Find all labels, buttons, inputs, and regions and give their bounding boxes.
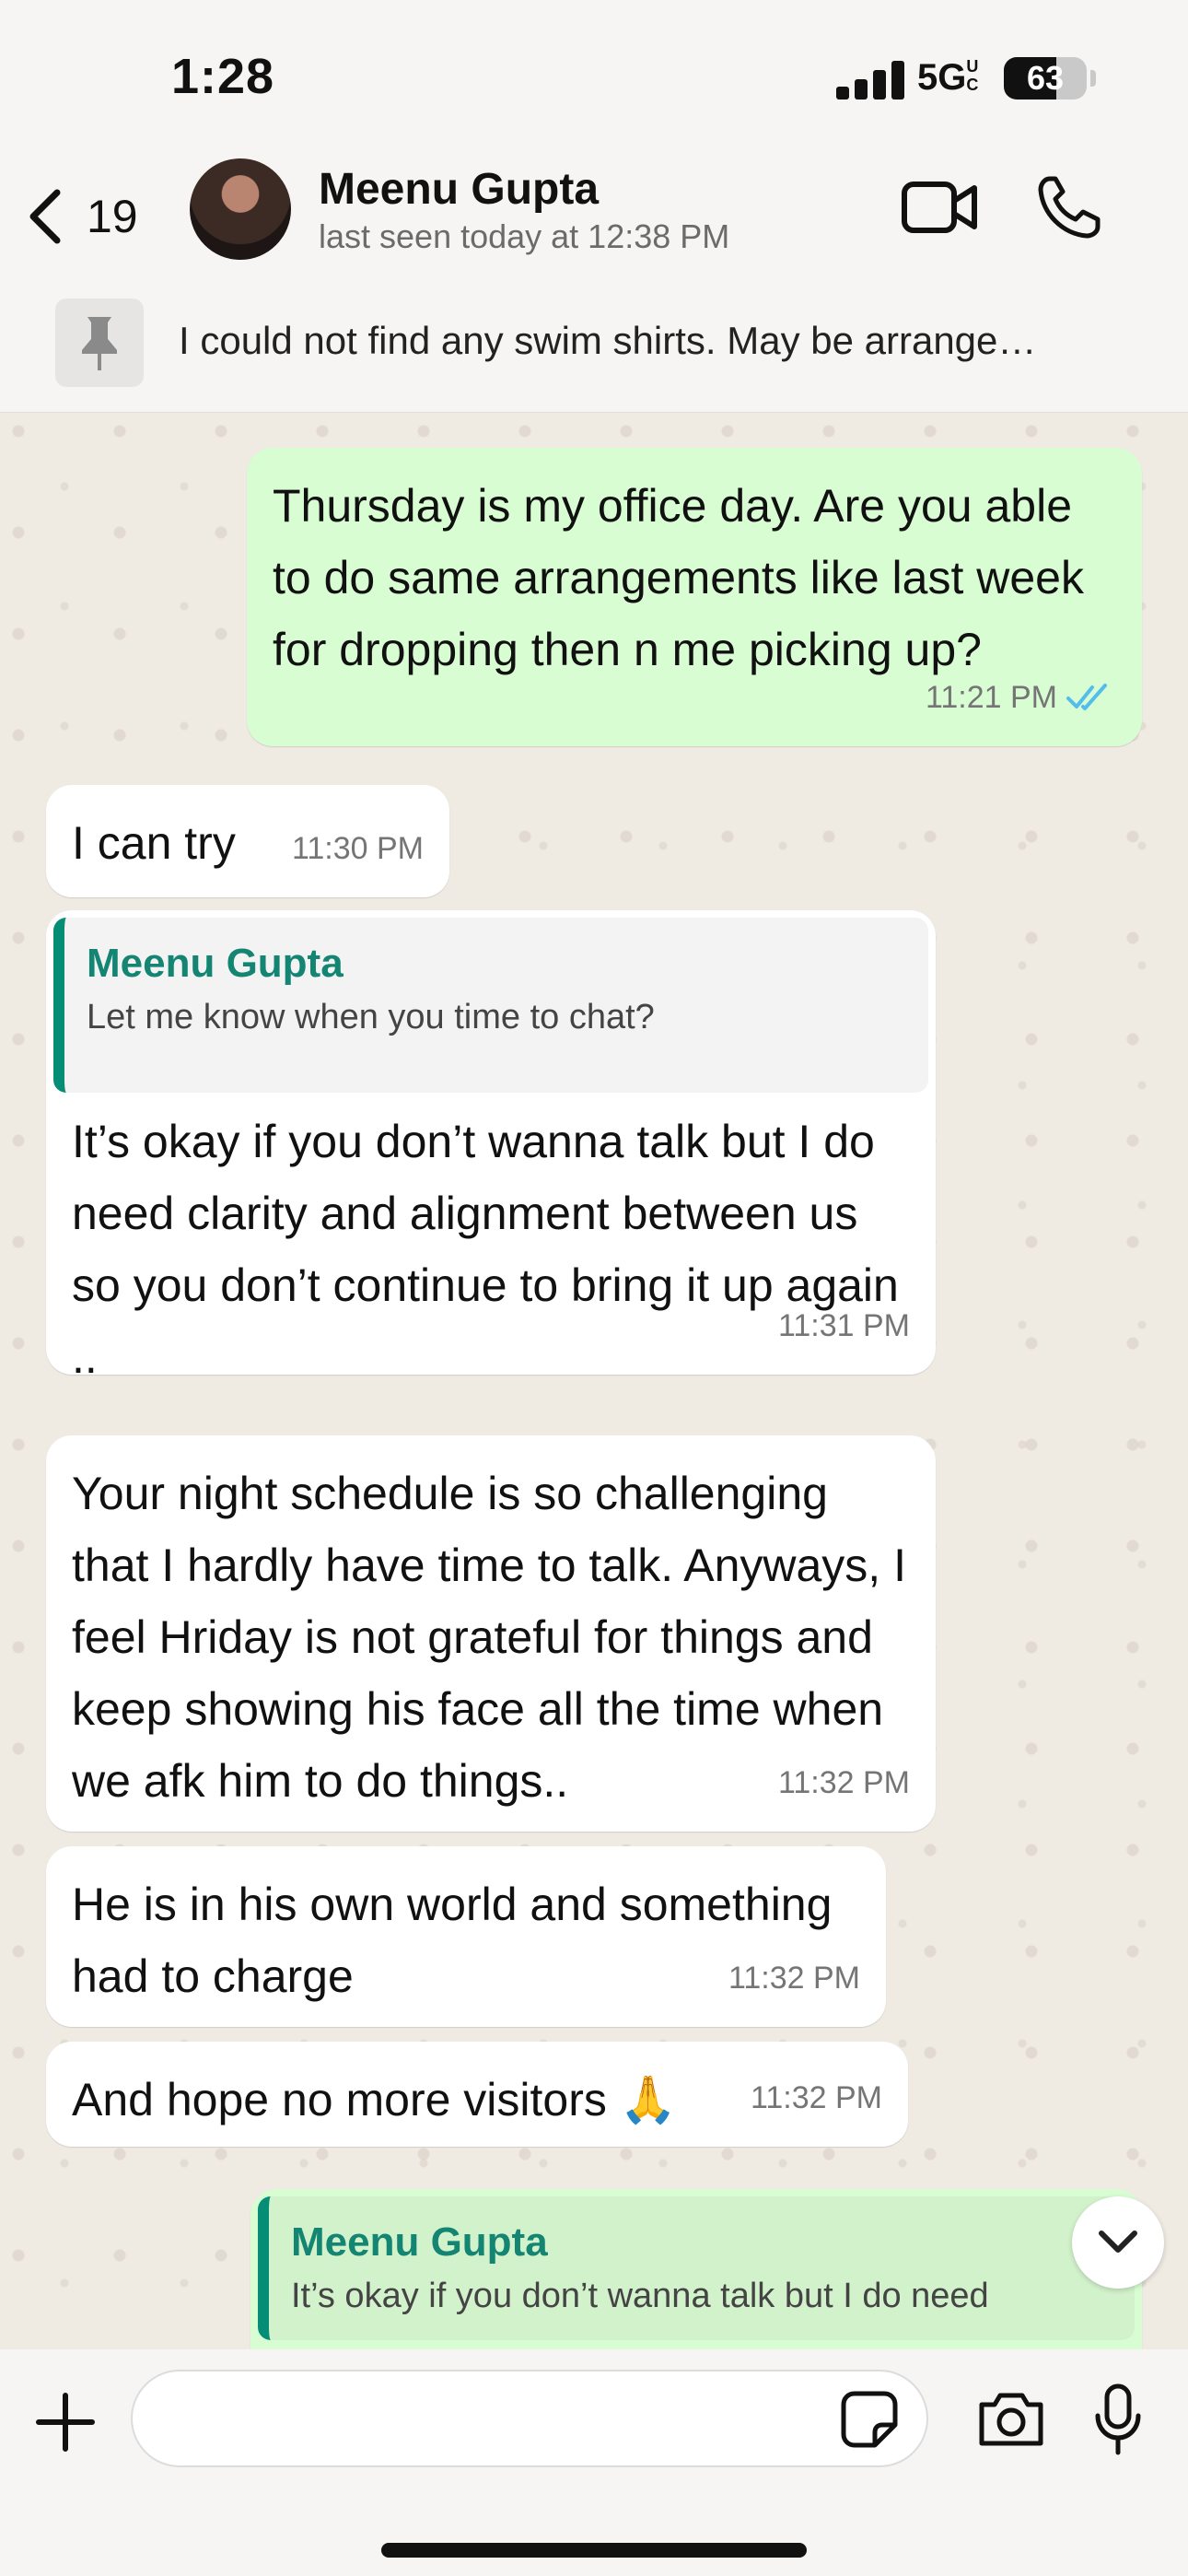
pinned-message-text: I could not find any swim shirts. May be… <box>179 319 1037 362</box>
avatar[interactable] <box>190 158 291 260</box>
read-receipt-icon <box>1066 684 1107 710</box>
status-bar: 1:28 5GUC 63 <box>0 0 1188 147</box>
message-bubble-outgoing[interactable]: Thursday is my office day. Are you able … <box>247 448 1142 746</box>
quoted-author: Meenu Gupta <box>291 2219 548 2265</box>
message-timestamp: 11:30 PM <box>291 831 424 866</box>
sticker-icon[interactable] <box>840 2390 899 2449</box>
signal-strength-icon <box>836 61 904 100</box>
message-text: Thursday is my office day. Are you able … <box>273 480 1084 675</box>
back-button[interactable]: 19 <box>28 175 138 258</box>
message-input[interactable] <box>131 2370 928 2467</box>
battery-percent: 63 <box>1026 59 1065 97</box>
message-bubble-outgoing-reply[interactable]: Meenu Gupta It’s okay if you don’t wanna… <box>250 2189 1142 2349</box>
message-bubble-incoming[interactable]: He is in his own world and something had… <box>46 1846 886 2027</box>
network-label: 5G <box>917 57 967 98</box>
battery-tip <box>1090 70 1096 87</box>
message-timestamp: 11:32 PM <box>777 1765 910 1800</box>
message-timestamp: 11:31 PM <box>777 1308 910 1343</box>
contact-name[interactable]: Meenu Gupta <box>319 164 599 215</box>
message-bubble-incoming-reply[interactable]: Meenu Gupta Let me know when you time to… <box>46 910 936 1383</box>
message-bubble-incoming[interactable]: I can try 11:30 PM <box>46 785 449 897</box>
video-camera-icon[interactable] <box>901 175 978 240</box>
quoted-text: Let me know when you time to chat? <box>87 998 655 1036</box>
microphone-icon[interactable] <box>1092 2383 1144 2456</box>
message-bubble-incoming[interactable]: Your night schedule is so challenging th… <box>46 1435 936 1832</box>
quoted-author: Meenu Gupta <box>87 941 344 986</box>
message-bubble-incoming[interactable]: And hope no more visitors 🙏 11:32 PM <box>46 2042 908 2147</box>
quoted-text: It’s okay if you don’t wanna talk but I … <box>291 2277 989 2315</box>
pin-icon <box>55 299 144 387</box>
message-timestamp: 11:21 PM <box>925 680 1057 715</box>
quoted-message[interactable]: Meenu Gupta It’s okay if you don’t wanna… <box>258 2196 1135 2340</box>
chat-header: 19 Meenu Gupta last seen today at 12:38 … <box>0 147 1188 286</box>
unread-count: 19 <box>87 191 138 242</box>
phone-icon[interactable] <box>1037 173 1101 240</box>
status-time: 1:28 <box>171 49 275 104</box>
network-type: 5GUC <box>917 57 984 99</box>
camera-icon[interactable] <box>976 2388 1046 2449</box>
network-suffix: UC <box>966 57 979 94</box>
chevron-down-icon <box>1099 2231 1137 2253</box>
quoted-message[interactable]: Meenu Gupta Let me know when you time to… <box>53 918 928 1093</box>
plus-icon[interactable] <box>35 2392 96 2453</box>
last-seen-status: last seen today at 12:38 PM <box>319 217 730 255</box>
message-time: 11:21 PM <box>926 662 1116 733</box>
chat-messages-area[interactable]: Thursday is my office day. Are you able … <box>0 413 1188 2349</box>
chevron-left-icon <box>29 189 61 244</box>
scroll-to-bottom-button[interactable] <box>1072 2196 1164 2289</box>
message-timestamp: 11:32 PM <box>750 2080 882 2115</box>
pinned-message-bar[interactable]: I could not find any swim shirts. May be… <box>0 286 1188 413</box>
battery-icon: 63 <box>1004 57 1087 100</box>
home-indicator <box>381 2543 807 2558</box>
message-input-bar <box>0 2349 1188 2576</box>
message-timestamp: 11:32 PM <box>728 1961 860 1996</box>
